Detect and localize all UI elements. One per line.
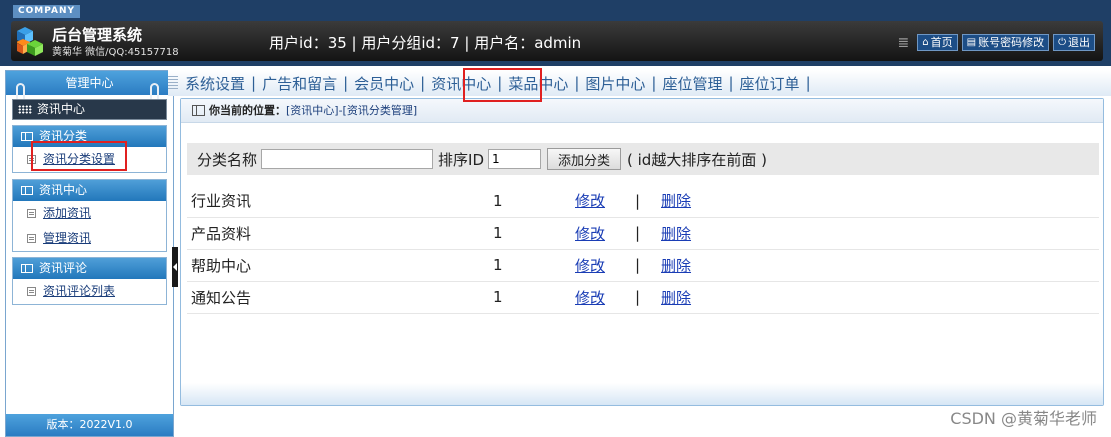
sidebar-group-comments: 资讯评论 资讯评论列表 [12, 257, 167, 305]
delete-link[interactable]: 删除 [661, 257, 691, 275]
breadcrumb: 你当前的位置：[资讯中心]-[资讯分类管理] [181, 99, 1103, 123]
header-bar: 后台管理系统 黄菊华 微信/QQ:45157718 用户id：35 | 用户分组… [11, 21, 1103, 61]
nav-item-seat-orders[interactable]: 座位订单 [734, 73, 806, 94]
nav-separator: | [805, 74, 811, 92]
logout-link-label: 退出 [1068, 36, 1090, 49]
group-title[interactable]: 资讯中心 [13, 180, 166, 201]
doc-icon [27, 209, 36, 218]
home-icon: ⌂ [922, 37, 929, 48]
panel-icon [21, 132, 33, 141]
category-sort: 1 [493, 217, 575, 250]
account-icon: ▤ [966, 37, 977, 48]
top-header: COMPANY 后台管理系统 黄菊华 微信/QQ:45157718 用户id：3… [0, 0, 1111, 66]
highlight-box-nav-news [463, 68, 542, 102]
nav-item-images[interactable]: 图片中心 [579, 73, 651, 94]
sidebar-group-news: 资讯中心 添加资讯 管理资讯 [12, 179, 167, 252]
home-link[interactable]: ⌂ 首页 [917, 34, 958, 51]
sort-id-input[interactable] [488, 149, 541, 169]
sidebar-item-link[interactable]: 管理资讯 [43, 231, 91, 245]
sort-id-label: 排序ID [438, 150, 484, 169]
current-section-label: 资讯中心 [37, 102, 86, 116]
account-password-link[interactable]: ▤ 账号密码修改 [961, 34, 1050, 51]
system-author: 黄菊华 微信/QQ:45157718 [52, 47, 179, 58]
user-info: 用户id：35 | 用户分组id：7 | 用户名：admin [269, 34, 582, 52]
current-section: 资讯中心 [12, 99, 167, 120]
action-separator: | [635, 281, 661, 314]
nav-item-ads[interactable]: 广告和留言 [256, 73, 343, 94]
delete-link[interactable]: 删除 [661, 192, 691, 210]
sidebar-item-add-news[interactable]: 添加资讯 [13, 201, 166, 226]
panel-icon [21, 264, 33, 273]
category-sort: 1 [493, 249, 575, 282]
menu-lines-icon: ≣ [897, 34, 910, 51]
category-sort: 1 [493, 185, 575, 218]
collapse-sidebar-handle[interactable] [172, 247, 178, 287]
sidebar-item-comment-list[interactable]: 资讯评论列表 [13, 279, 166, 304]
hook-left-icon [16, 83, 25, 99]
group-title-label: 资讯中心 [39, 183, 88, 197]
breadcrumb-trail: [资讯中心]-[资讯分类管理] [286, 104, 418, 117]
add-category-button[interactable]: 添加分类 [547, 148, 622, 170]
category-name-label: 分类名称 [197, 150, 258, 169]
nav-item-members[interactable]: 会员中心 [348, 73, 420, 94]
sort-hint: ( id越大排序在前面 ) [627, 150, 767, 169]
category-sort: 1 [493, 281, 575, 314]
group-title-label: 资讯评论 [39, 261, 88, 275]
add-category-form: 分类名称 排序ID 添加分类 ( id越大排序在前面 ) [187, 143, 1099, 175]
highlight-box-category-settings [31, 141, 127, 171]
version-footer: 版本：2022V1.0 [6, 414, 173, 436]
sidebar-title: 管理中心 [6, 71, 173, 95]
table-row: 行业资讯 1 修改 | 删除 [187, 185, 1099, 218]
delete-link[interactable]: 删除 [661, 225, 691, 243]
action-separator: | [635, 249, 661, 282]
category-name: 帮助中心 [187, 249, 493, 282]
doc-icon [27, 234, 36, 243]
edit-link[interactable]: 修改 [575, 192, 605, 210]
panel-icon [21, 186, 33, 195]
delete-link[interactable]: 删除 [661, 289, 691, 307]
table-row: 产品资料 1 修改 | 删除 [187, 217, 1099, 250]
nav-item-system[interactable]: 系统设置 [179, 73, 251, 94]
power-icon: ⏻ [1058, 37, 1066, 48]
csdn-watermark: CSDN @黄菊华老师 [950, 409, 1097, 428]
logout-link[interactable]: ⏻ 退出 [1053, 34, 1095, 51]
cubes-logo-icon [17, 27, 43, 56]
system-title: 后台管理系统 [52, 26, 143, 44]
sidebar-item-link[interactable]: 添加资讯 [43, 206, 91, 220]
main-panel: 你当前的位置：[资讯中心]-[资讯分类管理] 分类名称 排序ID 添加分类 ( … [180, 98, 1104, 406]
edit-link[interactable]: 修改 [575, 225, 605, 243]
category-table: 行业资讯 1 修改 | 删除 产品资料 1 修改 | 删除 帮助中心 1 修改 … [187, 185, 1099, 314]
nav-item-seats[interactable]: 座位管理 [656, 73, 728, 94]
category-name: 产品资料 [187, 217, 493, 250]
panel-bottom-bar [181, 383, 1103, 405]
top-links: ≣ ⌂ 首页 ▤ 账号密码修改 ⏻ 退出 [898, 34, 1095, 51]
account-link-label: 账号密码修改 [978, 36, 1045, 49]
sidebar-item-manage-news[interactable]: 管理资讯 [13, 226, 166, 251]
nav-grip-icon [168, 76, 178, 90]
home-link-label: 首页 [930, 36, 953, 49]
group-title[interactable]: 资讯评论 [13, 258, 166, 279]
action-separator: | [635, 185, 661, 218]
table-row: 通知公告 1 修改 | 删除 [187, 281, 1099, 314]
category-name-input[interactable] [261, 149, 434, 169]
table-row: 帮助中心 1 修改 | 删除 [187, 249, 1099, 282]
sidebar-item-link[interactable]: 资讯评论列表 [43, 284, 115, 298]
edit-link[interactable]: 修改 [575, 257, 605, 275]
category-name: 通知公告 [187, 281, 493, 314]
breadcrumb-label: 你当前的位置： [209, 104, 286, 117]
grid-dots-icon [18, 105, 32, 114]
edit-link[interactable]: 修改 [575, 289, 605, 307]
category-name: 行业资讯 [187, 185, 493, 218]
doc-icon [27, 287, 36, 296]
top-nav: 系统设置 | 广告和留言 | 会员中心 | 资讯中心 | 菜品中心 | 图片中心 | 座位管… [168, 70, 1111, 96]
hook-right-icon [150, 83, 159, 99]
left-sidebar: 管理中心 资讯中心 资讯分类 资讯分类设置 资讯中心 添加资讯 管理资讯 资讯评… [5, 70, 174, 437]
action-separator: | [635, 217, 661, 250]
company-badge: COMPANY [13, 5, 80, 18]
location-panel-icon [192, 105, 205, 116]
